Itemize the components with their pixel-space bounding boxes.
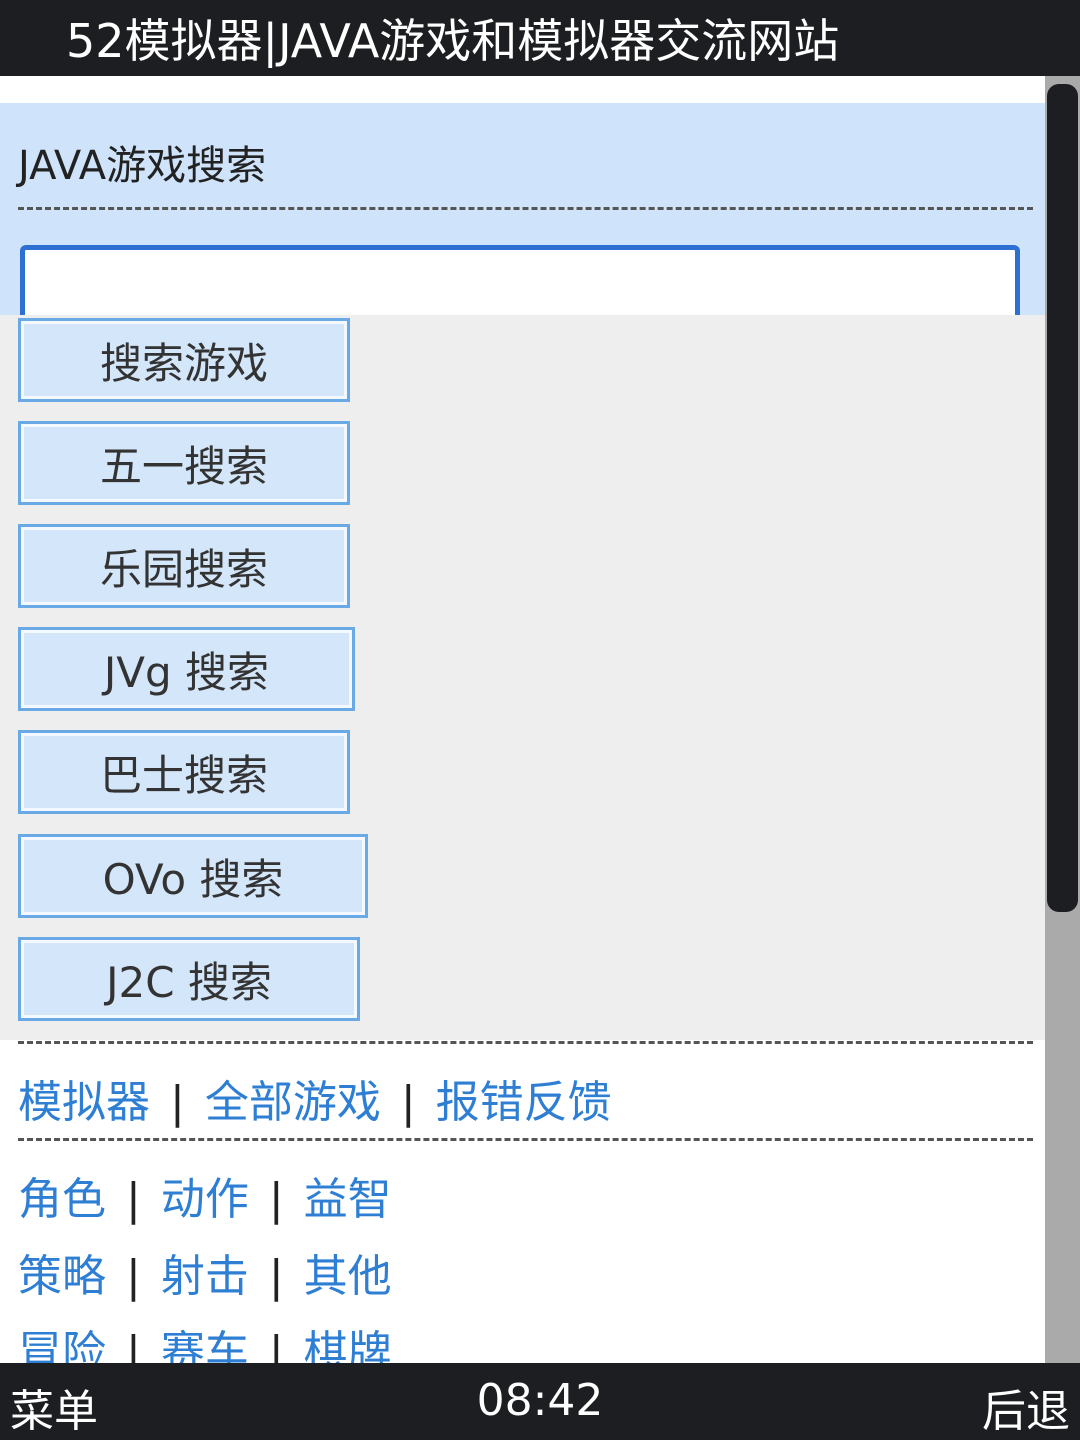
jvg-search-button[interactable]: JVg 搜索 — [18, 627, 355, 711]
separator: | — [400, 1077, 416, 1128]
category-row: 冒险 | 赛车 | 棋牌 — [18, 1316, 392, 1363]
category-row: 策略 | 射击 | 其他 — [18, 1240, 392, 1304]
search-buttons: 搜索游戏 五一搜索 乐园搜索 JVg 搜索 巴士搜索 OVo 搜索 J2C 搜索 — [0, 315, 1045, 1040]
leyuan-search-button[interactable]: 乐园搜索 — [18, 524, 350, 608]
page-title: 52模拟器|JAVA游戏和模拟器交流网站 — [66, 14, 840, 68]
category-link-strategy[interactable]: 策略 — [18, 1251, 106, 1302]
separator: | — [126, 1174, 141, 1225]
divider — [18, 1138, 1033, 1141]
j2c-search-button[interactable]: J2C 搜索 — [18, 937, 360, 1021]
separator: | — [126, 1251, 141, 1302]
search-heading: JAVA游戏搜索 — [18, 143, 267, 189]
all-games-link[interactable]: 全部游戏 — [205, 1077, 381, 1128]
category-link-shooting[interactable]: 射击 — [161, 1251, 249, 1302]
ovo-search-button[interactable]: OVo 搜索 — [18, 834, 368, 918]
separator: | — [268, 1327, 284, 1363]
category-link-action[interactable]: 动作 — [161, 1174, 249, 1225]
back-softkey[interactable]: 后退 — [982, 1375, 1070, 1439]
nav-links: 模拟器 | 全部游戏 | 报错反馈 — [18, 1066, 612, 1130]
menu-softkey[interactable]: 菜单 — [10, 1375, 98, 1439]
category-link-racing[interactable]: 赛车 — [161, 1327, 249, 1363]
title-bar: 52模拟器|JAVA游戏和模拟器交流网站 — [0, 0, 1080, 76]
category-link-adventure[interactable]: 冒险 — [18, 1327, 106, 1363]
category-link-other[interactable]: 其他 — [304, 1251, 392, 1302]
category-link-role[interactable]: 角色 — [18, 1174, 106, 1225]
search-games-button[interactable]: 搜索游戏 — [18, 318, 350, 402]
category-link-board[interactable]: 棋牌 — [304, 1327, 392, 1363]
divider — [18, 1041, 1033, 1044]
error-report-link[interactable]: 报错反馈 — [436, 1077, 612, 1128]
softkey-bar: 08:42 菜单 后退 — [0, 1363, 1080, 1440]
page-viewport[interactable]: JAVA游戏搜索 搜索游戏 五一搜索 乐园搜索 JVg 搜索 巴士搜索 OVo … — [0, 76, 1045, 1363]
divider — [18, 207, 1033, 210]
category-link-puzzle[interactable]: 益智 — [304, 1174, 392, 1225]
scrollbar[interactable] — [1045, 76, 1080, 1363]
emulator-link[interactable]: 模拟器 — [18, 1077, 150, 1128]
wuyi-search-button[interactable]: 五一搜索 — [18, 421, 350, 505]
search-section: JAVA游戏搜索 — [0, 103, 1045, 323]
category-row: 角色 | 动作 | 益智 — [18, 1163, 392, 1227]
separator: | — [126, 1327, 141, 1363]
bashi-search-button[interactable]: 巴士搜索 — [18, 730, 350, 814]
search-input[interactable] — [20, 245, 1020, 323]
scrollbar-thumb[interactable] — [1047, 84, 1078, 912]
separator: | — [268, 1174, 284, 1225]
separator: | — [268, 1251, 284, 1302]
clock: 08:42 — [476, 1375, 604, 1426]
separator: | — [170, 1077, 185, 1128]
